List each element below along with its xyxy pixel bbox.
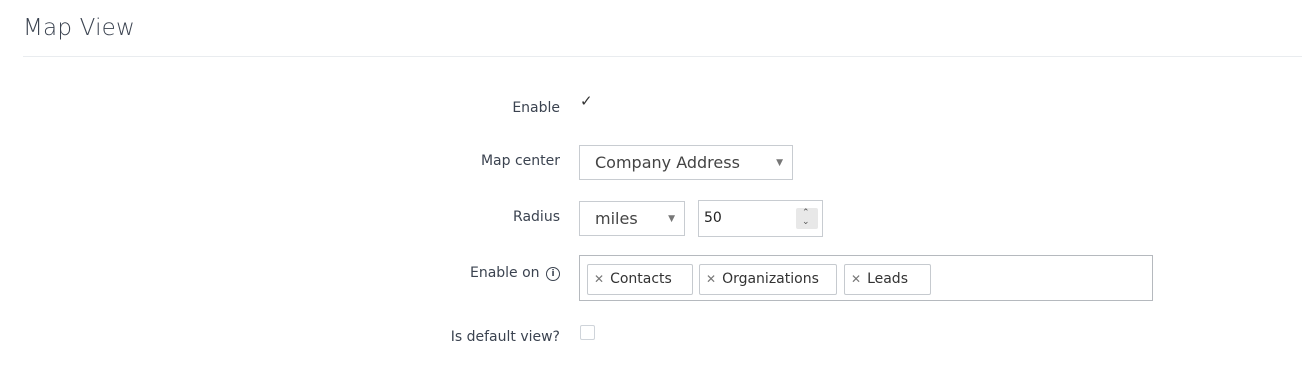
section-title: Map View	[23, 15, 136, 41]
tag-contacts[interactable]: ✕ Contacts	[587, 264, 693, 295]
tag-organizations[interactable]: ✕ Organizations	[699, 264, 837, 295]
map-center-value: Company Address	[595, 153, 740, 172]
spinner-down-icon[interactable]: ⌄	[802, 218, 810, 227]
section-divider	[23, 56, 1302, 57]
tag-leads[interactable]: ✕ Leads	[844, 264, 931, 295]
tag-label: Leads	[867, 271, 908, 287]
tag-label: Contacts	[610, 271, 672, 287]
x-icon[interactable]: ✕	[851, 272, 861, 286]
enable-checkbox[interactable]: ✓	[580, 92, 593, 110]
radius-value: 50	[704, 210, 722, 226]
x-icon[interactable]: ✕	[594, 272, 604, 286]
is-default-view-checkbox[interactable]	[580, 325, 595, 340]
enable-on-tagbox[interactable]: ✕ Contacts ✕ Organizations ✕ Leads	[579, 255, 1153, 301]
map-center-label: Map center	[480, 153, 560, 169]
radius-label: Radius	[513, 209, 560, 225]
radius-unit-select[interactable]: miles ▼	[579, 201, 685, 236]
caret-down-icon: ▼	[776, 158, 783, 168]
enable-on-label: Enable on i	[470, 265, 560, 281]
radius-input[interactable]: 50 ⌃ ⌄	[698, 200, 823, 237]
enable-on-text: Enable on	[469, 265, 540, 281]
map-center-select[interactable]: Company Address ▼	[579, 145, 793, 180]
is-default-view-label: Is default view?	[450, 329, 560, 345]
check-icon: ✓	[580, 92, 593, 110]
spinner-icon[interactable]: ⌃ ⌄	[796, 208, 818, 229]
tag-label: Organizations	[722, 271, 819, 287]
info-icon[interactable]: i	[546, 267, 560, 281]
radius-unit-value: miles	[595, 209, 638, 228]
x-icon[interactable]: ✕	[706, 272, 716, 286]
enable-label: Enable	[512, 100, 560, 116]
caret-down-icon: ▼	[668, 214, 675, 224]
